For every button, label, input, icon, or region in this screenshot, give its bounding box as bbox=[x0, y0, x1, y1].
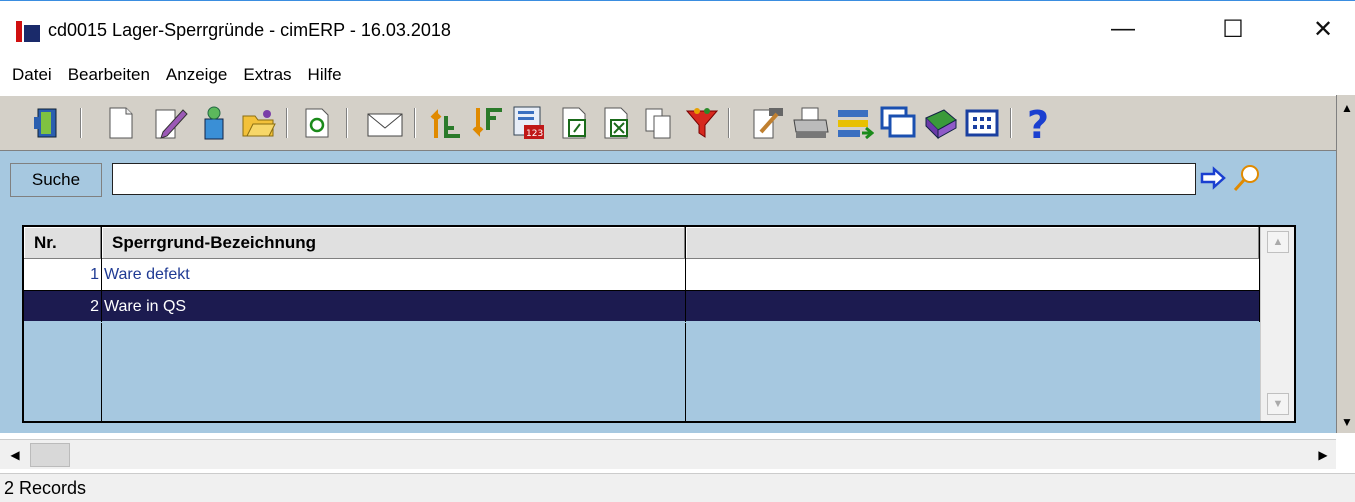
menu-bar: Datei Bearbeiten Anzeige Extras Hilfe bbox=[0, 59, 1355, 91]
filter-funnel-icon[interactable] bbox=[684, 104, 722, 142]
book-icon[interactable] bbox=[922, 104, 960, 142]
app-logo-icon bbox=[16, 21, 40, 42]
arrow-right-icon[interactable] bbox=[1200, 165, 1228, 191]
title-bar: cd0015 Lager-Sperrgründe - cimERP - 16.0… bbox=[0, 1, 1355, 53]
transfer-icon[interactable] bbox=[836, 104, 874, 142]
toolbar: 123 ? bbox=[0, 95, 1336, 151]
properties-icon[interactable] bbox=[750, 104, 788, 142]
table-scroll-down-icon[interactable]: ▼ bbox=[1267, 393, 1289, 415]
svg-text:?: ? bbox=[1027, 104, 1049, 142]
svg-text:123: 123 bbox=[526, 129, 543, 139]
horizontal-scrollbar[interactable]: ◀ ▶ bbox=[0, 439, 1336, 469]
menu-hilfe[interactable]: Hilfe bbox=[308, 65, 342, 85]
cell-bezeichnung: Ware defekt bbox=[102, 259, 686, 290]
table-row[interactable]: 1 Ware defekt bbox=[24, 259, 1260, 290]
cell-nr: 2 bbox=[24, 291, 102, 322]
copy-icon[interactable] bbox=[640, 104, 678, 142]
maximize-button[interactable]: ☐ bbox=[1211, 9, 1255, 49]
cell-extra bbox=[686, 291, 1260, 322]
scroll-down-icon[interactable]: ▼ bbox=[1341, 415, 1353, 429]
mail-icon[interactable] bbox=[366, 104, 404, 142]
exit-door-icon[interactable] bbox=[28, 104, 66, 142]
print-icon[interactable] bbox=[792, 104, 830, 142]
sort-ascending-icon[interactable] bbox=[426, 104, 464, 142]
menu-bearbeiten[interactable]: Bearbeiten bbox=[68, 65, 150, 85]
status-bar: 2 Records bbox=[0, 473, 1355, 502]
scroll-thumb[interactable] bbox=[30, 443, 70, 467]
window-title: cd0015 Lager-Sperrgründe - cimERP - 16.0… bbox=[48, 20, 451, 40]
table-vertical-scrollbar[interactable]: ▲ ▼ bbox=[1260, 227, 1294, 421]
search-label: Suche bbox=[10, 163, 102, 197]
outer-vertical-scrollbar[interactable]: ▲ ▼ bbox=[1336, 95, 1355, 433]
cell-bezeichnung: Ware in QS bbox=[102, 291, 686, 322]
windows-icon[interactable] bbox=[880, 104, 918, 142]
cell-nr: 1 bbox=[24, 259, 102, 290]
cell-extra bbox=[686, 259, 1260, 290]
excel-icon[interactable] bbox=[598, 104, 636, 142]
content-panel: Suche Nr. Sperrgrund-Bezeichnung 1 Ware … bbox=[0, 151, 1336, 433]
help-icon[interactable]: ? bbox=[1020, 104, 1058, 142]
column-header-nr[interactable]: Nr. bbox=[24, 227, 102, 259]
sort-descending-icon[interactable] bbox=[468, 104, 506, 142]
numeric-list-icon[interactable]: 123 bbox=[510, 104, 548, 142]
close-button[interactable]: ✕ bbox=[1301, 9, 1345, 49]
search-input[interactable] bbox=[112, 163, 1196, 195]
search-icon[interactable] bbox=[1232, 163, 1262, 193]
edit-pencil-icon[interactable] bbox=[152, 104, 190, 142]
menu-datei[interactable]: Datei bbox=[12, 65, 52, 85]
minimize-button[interactable]: — bbox=[1101, 9, 1145, 49]
export-icon[interactable] bbox=[556, 104, 594, 142]
open-folder-icon[interactable] bbox=[240, 104, 278, 142]
scroll-up-icon[interactable]: ▲ bbox=[1341, 101, 1353, 115]
table-scroll-up-icon[interactable]: ▲ bbox=[1267, 231, 1289, 253]
scroll-right-icon[interactable]: ▶ bbox=[1312, 444, 1334, 466]
menu-anzeige[interactable]: Anzeige bbox=[166, 65, 227, 85]
table-empty-area bbox=[24, 323, 1260, 421]
new-document-icon[interactable] bbox=[102, 104, 140, 142]
app-window: cd0015 Lager-Sperrgründe - cimERP - 16.0… bbox=[0, 0, 1355, 502]
recycle-icon[interactable] bbox=[196, 104, 234, 142]
table-row-selected[interactable]: 2 Ware in QS bbox=[24, 290, 1260, 322]
column-header-extra[interactable] bbox=[686, 227, 1260, 259]
grid-view-icon[interactable] bbox=[964, 104, 1002, 142]
table-header: Nr. Sperrgrund-Bezeichnung bbox=[24, 227, 1260, 259]
records-table: Nr. Sperrgrund-Bezeichnung 1 Ware defekt… bbox=[22, 225, 1296, 423]
column-header-bezeichnung[interactable]: Sperrgrund-Bezeichnung bbox=[102, 227, 686, 259]
refresh-icon[interactable] bbox=[298, 104, 336, 142]
menu-extras[interactable]: Extras bbox=[243, 65, 291, 85]
scroll-left-icon[interactable]: ◀ bbox=[4, 444, 26, 466]
